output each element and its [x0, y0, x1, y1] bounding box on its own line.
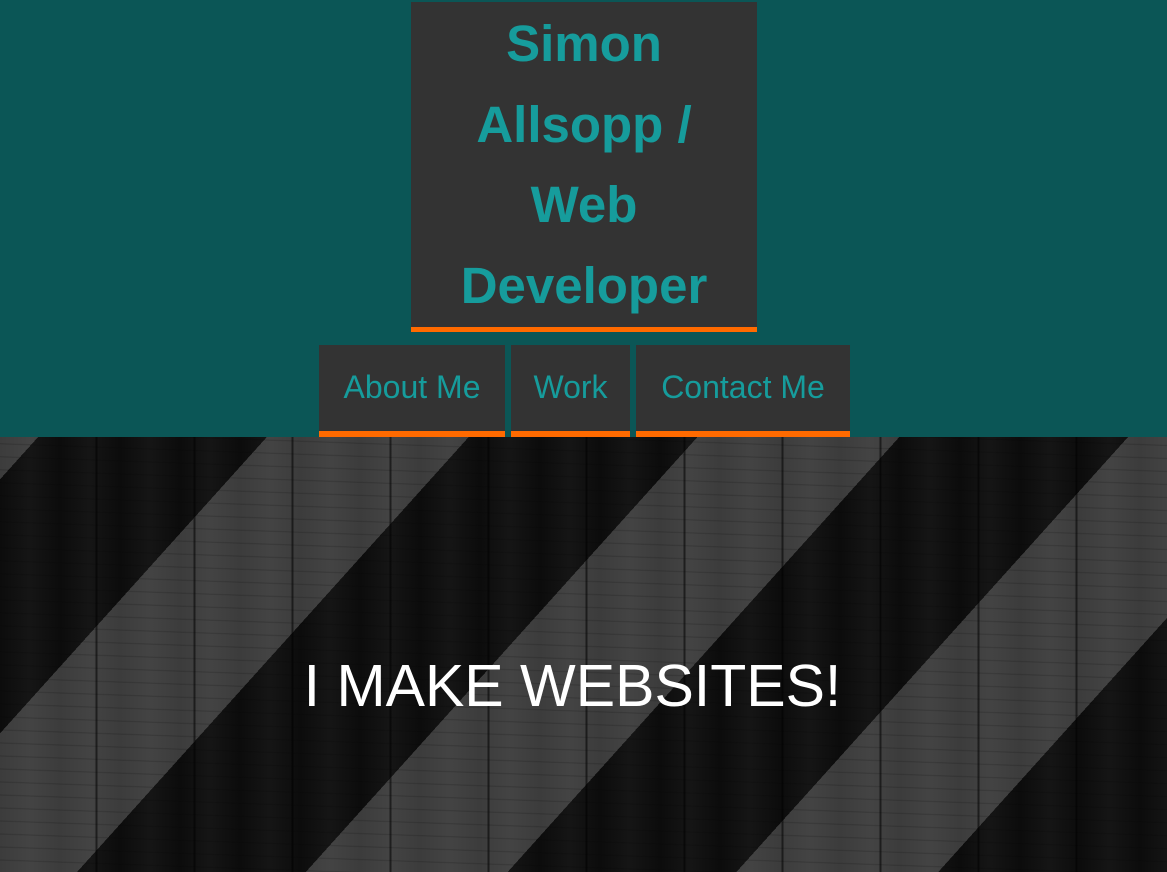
nav-item-contact-me[interactable]: Contact Me — [636, 345, 850, 437]
nav-item-about-me[interactable]: About Me — [319, 345, 505, 437]
site-title-line: Web — [530, 176, 638, 233]
hero-banner: I MAKE WEBSITES! — [0, 437, 1167, 872]
site-header: Simon Allsopp / Web Developer About Me W… — [0, 0, 1167, 437]
site-title: Simon Allsopp / Web Developer — [434, 4, 734, 326]
main-nav: About Me Work Contact Me — [319, 345, 850, 437]
hero-heading: I MAKE WEBSITES! — [303, 653, 842, 719]
site-title-line: Simon — [506, 15, 662, 72]
site-title-line: Developer — [460, 256, 708, 314]
site-title-box[interactable]: Simon Allsopp / Web Developer — [411, 2, 757, 332]
nav-item-work[interactable]: Work — [511, 345, 630, 437]
site-title-line: Allsopp / — [476, 95, 692, 153]
